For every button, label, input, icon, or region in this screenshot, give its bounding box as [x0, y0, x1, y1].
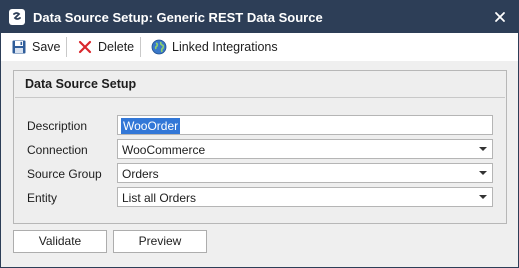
window-title: Data Source Setup: Generic REST Data Sou… — [33, 10, 323, 25]
connection-label: Connection — [27, 143, 88, 157]
red-x-icon — [77, 39, 93, 55]
toolbar: Save Delete Linked Integrations — [1, 33, 518, 61]
toolbar-separator — [140, 37, 141, 57]
preview-button[interactable]: Preview — [113, 230, 207, 253]
toolbar-separator — [66, 37, 67, 57]
data-source-setup-window: Data Source Setup: Generic REST Data Sou… — [0, 0, 519, 268]
title-bar[interactable]: Data Source Setup: Generic REST Data Sou… — [1, 1, 518, 33]
data-source-setup-group: Data Source Setup Description WooOrder C… — [13, 70, 507, 224]
connection-select[interactable]: WooCommerce — [117, 139, 493, 159]
save-label: Save — [32, 40, 61, 54]
globe-icon — [151, 39, 167, 55]
entity-select[interactable]: List all Orders — [117, 187, 493, 207]
description-value: WooOrder — [121, 118, 181, 134]
chevron-down-icon[interactable] — [479, 195, 487, 199]
close-icon[interactable] — [492, 9, 508, 25]
delete-button[interactable]: Delete — [77, 37, 134, 57]
delete-label: Delete — [98, 40, 135, 54]
chevron-down-icon[interactable] — [479, 147, 487, 151]
validate-button[interactable]: Validate — [13, 230, 107, 253]
linked-integrations-label: Linked Integrations — [172, 40, 278, 54]
source-group-select[interactable]: Orders — [117, 163, 493, 183]
content-panel: Data Source Setup Description WooOrder C… — [1, 61, 518, 267]
description-label: Description — [27, 119, 88, 133]
group-title: Data Source Setup — [25, 77, 137, 91]
linked-integrations-button[interactable]: Linked Integrations — [151, 37, 278, 57]
description-field[interactable]: WooOrder — [117, 115, 493, 135]
save-button[interactable]: Save — [11, 37, 61, 57]
chevron-down-icon[interactable] — [479, 171, 487, 175]
connection-value: WooCommerce — [122, 143, 206, 157]
source-group-label: Source Group — [27, 167, 102, 181]
data-source-icon — [9, 9, 25, 25]
entity-value: List all Orders — [122, 191, 197, 205]
floppy-disk-icon — [11, 39, 27, 55]
source-group-value: Orders — [122, 167, 159, 181]
group-divider — [15, 97, 505, 98]
entity-label: Entity — [27, 191, 58, 205]
